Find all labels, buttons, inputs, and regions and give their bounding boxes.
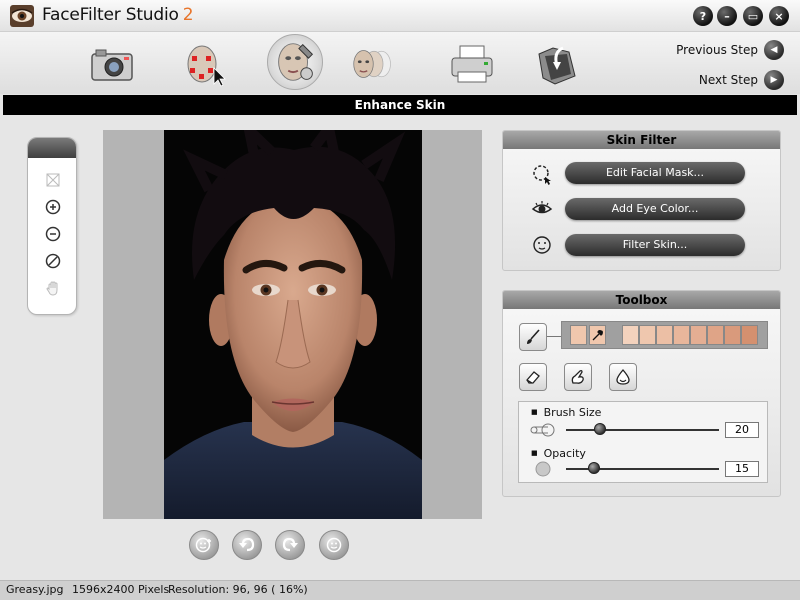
steps-toolbar: Previous Step ◀ Next Step ▶ xyxy=(0,32,800,94)
color-swatch[interactable] xyxy=(724,325,741,345)
color-swatch[interactable] xyxy=(622,325,639,345)
brush-size-value[interactable]: 20 xyxy=(725,422,759,438)
view-tools-panel xyxy=(27,137,77,315)
section-title: Enhance Skin xyxy=(3,95,797,115)
next-step-label: Next Step xyxy=(698,73,758,87)
close-button[interactable]: × xyxy=(769,6,789,26)
eraser-icon xyxy=(526,371,540,384)
brush-size-icon xyxy=(530,423,555,437)
app-logo-icon xyxy=(10,5,34,27)
blur-tool-button[interactable] xyxy=(609,363,637,391)
image-canvas[interactable] xyxy=(103,130,482,519)
status-resolution: Resolution: 96, 96 ( 16%) xyxy=(168,583,308,596)
tools-panel-cap xyxy=(28,138,76,158)
color-swatch-bar xyxy=(561,321,768,349)
toolbox-panel: Toolbox Brush Size xyxy=(502,290,781,497)
tool-connector xyxy=(547,336,561,337)
smudge-icon xyxy=(571,370,584,384)
printer-icon[interactable] xyxy=(448,40,496,88)
color-swatch[interactable] xyxy=(673,325,690,345)
undo-button[interactable] xyxy=(232,530,262,560)
color-swatch[interactable] xyxy=(707,325,724,345)
skin-filter-title: Skin Filter xyxy=(503,131,780,149)
skin-filter-panel: Skin Filter Edit Facial Mask... Add Eye … xyxy=(502,130,781,271)
portrait-photo xyxy=(164,130,422,519)
hand-pan-icon[interactable] xyxy=(45,280,61,296)
color-swatch[interactable] xyxy=(656,325,673,345)
redo-icon xyxy=(282,537,298,552)
opacity-value[interactable]: 15 xyxy=(725,461,759,477)
help-button[interactable]: ? xyxy=(693,6,713,26)
title-bar: FaceFilter Studio 2 ? – ▭ × xyxy=(0,0,800,32)
brush-settings-box: Brush Size 20 Opacity 15 xyxy=(518,401,768,483)
zoom-out-icon[interactable] xyxy=(45,226,61,242)
color-swatch[interactable] xyxy=(741,325,758,345)
filter-skin-button[interactable]: Filter Skin... xyxy=(565,234,745,256)
previous-step-button[interactable]: Previous Step ◀ xyxy=(676,40,784,60)
chevron-right-icon: ▶ xyxy=(764,70,784,90)
redo-button[interactable] xyxy=(275,530,305,560)
previous-step-label: Previous Step xyxy=(676,43,758,57)
maximize-button[interactable]: ▭ xyxy=(743,6,763,26)
opacity-icon xyxy=(535,461,551,477)
export-folder-icon[interactable] xyxy=(533,40,581,88)
reset-zoom-icon[interactable] xyxy=(45,253,61,269)
lasso-mask-icon xyxy=(533,165,551,185)
eyedropper-button[interactable] xyxy=(589,325,606,345)
status-pixels: 1596x2400 Pixels xyxy=(72,583,170,596)
face-markers-icon[interactable] xyxy=(180,40,228,88)
eye-icon xyxy=(531,201,553,214)
add-eye-color-button[interactable]: Add Eye Color... xyxy=(565,198,745,220)
app-title: FaceFilter Studio 2 xyxy=(42,5,194,25)
fit-to-window-icon[interactable] xyxy=(45,172,61,188)
smudge-tool-button[interactable] xyxy=(564,363,592,391)
face-smile-icon xyxy=(533,236,551,254)
enhance-face-icon[interactable] xyxy=(267,34,323,90)
morph-faces-icon[interactable] xyxy=(350,40,398,88)
eraser-tool-button[interactable] xyxy=(519,363,547,391)
minimize-button[interactable]: – xyxy=(717,6,737,26)
brush-size-slider-handle[interactable] xyxy=(593,423,606,435)
brush-size-track[interactable] xyxy=(566,429,719,431)
opacity-label: Opacity xyxy=(531,447,586,460)
eyedropper-icon xyxy=(592,329,603,340)
selected-color-swatch[interactable] xyxy=(570,325,587,345)
next-step-button[interactable]: Next Step ▶ xyxy=(699,70,784,90)
brush-tool-button[interactable] xyxy=(519,323,547,351)
face-plus-icon xyxy=(195,537,211,553)
status-bar: Greasy.jpg 1596x2400 Pixels Resolution: … xyxy=(0,580,800,600)
app-version: 2 xyxy=(182,5,194,25)
undo-icon xyxy=(239,537,255,552)
zoom-in-icon[interactable] xyxy=(45,199,61,215)
face-icon xyxy=(326,537,342,553)
brush-icon xyxy=(527,329,540,344)
color-swatch[interactable] xyxy=(690,325,707,345)
toolbox-title: Toolbox xyxy=(503,291,780,309)
portrait-illustration xyxy=(164,130,422,519)
brush-size-label: Brush Size xyxy=(531,406,602,419)
opacity-slider-handle[interactable] xyxy=(587,462,600,474)
water-drop-icon xyxy=(616,369,630,385)
chevron-left-icon: ◀ xyxy=(764,40,784,60)
color-swatch[interactable] xyxy=(639,325,656,345)
face-preview-button[interactable] xyxy=(319,530,349,560)
add-face-button[interactable] xyxy=(189,530,219,560)
status-filename: Greasy.jpg xyxy=(6,583,64,596)
edit-facial-mask-button[interactable]: Edit Facial Mask... xyxy=(565,162,745,184)
camera-icon[interactable] xyxy=(88,40,136,88)
